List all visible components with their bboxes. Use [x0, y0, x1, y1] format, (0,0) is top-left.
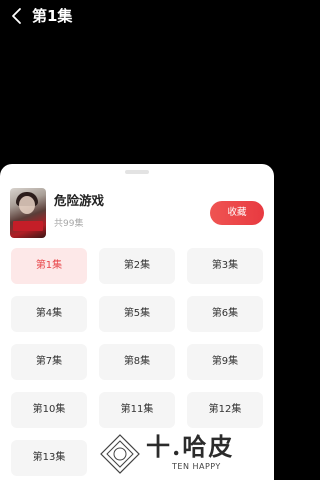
- episode-item[interactable]: 第6集: [187, 296, 263, 332]
- watermark-logo-icon: [100, 434, 140, 474]
- collect-button[interactable]: 收藏: [210, 201, 264, 225]
- episode-item[interactable]: 第12集: [187, 392, 263, 428]
- episode-item[interactable]: 第4集: [11, 296, 87, 332]
- drama-cover: [10, 188, 46, 238]
- episode-item[interactable]: 第9集: [187, 344, 263, 380]
- episode-item[interactable]: 第11集: [99, 392, 175, 428]
- episode-item[interactable]: 第2集: [99, 248, 175, 284]
- episode-item[interactable]: 第13集: [11, 440, 87, 476]
- episode-item[interactable]: 第10集: [11, 392, 87, 428]
- watermark-text: 十.哈皮: [146, 432, 235, 461]
- episode-item[interactable]: 第1集: [11, 248, 87, 284]
- back-arrow-icon[interactable]: [8, 6, 28, 26]
- sheet-drag-handle[interactable]: [125, 170, 149, 174]
- episode-item[interactable]: 第8集: [99, 344, 175, 380]
- episode-item[interactable]: 第5集: [99, 296, 175, 332]
- watermark: 十.哈皮 TEN HAPPY: [100, 432, 260, 476]
- page-title: 第1集: [32, 7, 73, 25]
- episode-item[interactable]: 第3集: [187, 248, 263, 284]
- drama-title: 危险游戏: [54, 193, 105, 208]
- episode-count: 共99集: [54, 219, 84, 229]
- episode-item[interactable]: 第7集: [11, 344, 87, 380]
- top-bar: 第1集: [0, 0, 274, 32]
- watermark-subtext: TEN HAPPY: [172, 462, 221, 471]
